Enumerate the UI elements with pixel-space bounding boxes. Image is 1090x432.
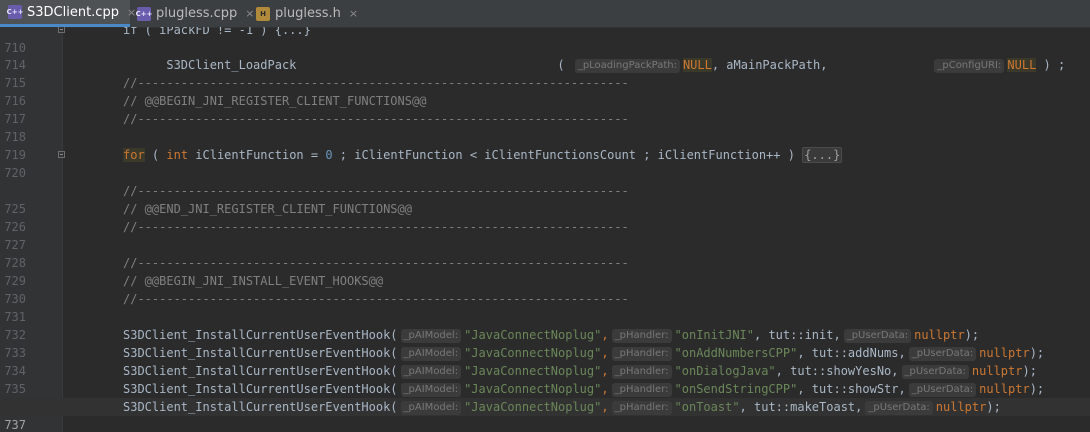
close-icon[interactable]: ×: [245, 7, 254, 20]
comment: // @@END_JNI_REGISTER_CLIENT_FUNCTIONS@@: [123, 202, 412, 216]
parameter-hint: _pAIModel:: [400, 329, 462, 343]
nullptr-keyword: nullptr: [935, 400, 987, 414]
current-code-line[interactable]: 737 S3DClient_InstallCurrentUserEventHoo…: [0, 398, 1090, 432]
parameter-hint: _pUserData:: [901, 365, 969, 379]
code-line[interactable]: 719: [0, 128, 1090, 162]
string-literal: "onDialogJava": [674, 364, 776, 378]
comment: //--------------------------------------…: [123, 76, 629, 90]
comment: //--------------------------------------…: [123, 112, 629, 126]
parameter-hint: _pAIModel:: [400, 401, 462, 415]
code-line[interactable]: 730 // @@BEGIN_JNI_INSTALL_EVENT_HOOKS@@: [0, 272, 1090, 306]
tab-label: S3DClient.cpp: [27, 4, 119, 20]
code-line[interactable]: 716 //----------------------------------…: [0, 74, 1090, 108]
tab-label: plugless.h: [275, 6, 341, 21]
nullptr-keyword: nullptr: [971, 364, 1023, 378]
parameter-hint: _pHandler:: [611, 383, 672, 397]
parameter-hint: _pAIModel:: [400, 365, 462, 379]
tab-s3dclient-cpp[interactable]: C++ S3DClient.cpp ×: [0, 0, 136, 27]
parameter-hint: _pHandler:: [611, 329, 672, 343]
code-line[interactable]: 732: [0, 308, 1090, 342]
nullptr-keyword: nullptr: [979, 346, 1030, 360]
function-call: S3DClient_InstallCurrentUserEventHook(: [123, 364, 398, 378]
parameter-hint: _pHandler:: [611, 347, 672, 361]
code-line[interactable]: 717 // @@BEGIN_JNI_REGISTER_CLIENT_FUNCT…: [0, 92, 1090, 126]
comment: //--------------------------------------…: [123, 256, 629, 270]
parameter-hint: _pAIModel:: [400, 383, 462, 397]
header-file-icon: H: [256, 6, 270, 21]
parameter-hint: _pUserData:: [843, 329, 912, 343]
string-literal: "JavaConnectNoplug": [464, 364, 602, 378]
code-line[interactable]: 738: [0, 416, 1090, 432]
number-literal: 0: [325, 148, 333, 162]
code-line[interactable]: 718 //----------------------------------…: [0, 110, 1090, 144]
int-keyword: int: [166, 148, 189, 162]
tab-plugless-cpp[interactable]: C++ plugless.cpp ×: [136, 0, 255, 27]
parameter-hint: _pAIModel:: [400, 347, 462, 361]
parameter-hint: _pUserData:: [908, 383, 977, 397]
code-line[interactable]: 728: [0, 236, 1090, 270]
comment: // @@BEGIN_JNI_REGISTER_CLIENT_FUNCTIONS…: [123, 94, 427, 108]
nullptr-keyword: nullptr: [914, 328, 965, 342]
comment: // @@BEGIN_JNI_INSTALL_EVENT_HOOKS@@: [123, 274, 384, 288]
string-literal: "onAddNumbersCPP": [674, 346, 798, 360]
function-call: S3DClient_InstallCurrentUserEventHook(: [123, 382, 398, 396]
folded-block[interactable]: {...}: [802, 147, 843, 163]
code-line[interactable]: 726 // @@END_JNI_REGISTER_CLIENT_FUNCTIO…: [0, 200, 1090, 234]
cpp-file-icon: C++: [7, 5, 23, 19]
comment: //--------------------------------------…: [123, 292, 629, 306]
code-line[interactable]: 725 //----------------------------------…: [0, 182, 1090, 216]
code-line[interactable]: 733 S3DClient_InstallCurrentUserEventHoo…: [0, 326, 1090, 360]
parameter-hint: _pHandler:: [611, 365, 672, 379]
code-line[interactable]: 731 //----------------------------------…: [0, 290, 1090, 324]
nullptr-keyword: nullptr: [979, 382, 1030, 396]
tab-plugless-h[interactable]: H plugless.h ×: [256, 0, 358, 27]
string-literal: "onSendStringCPP": [674, 382, 798, 396]
parameter-hint: _pUserData:: [908, 347, 977, 361]
fold-toggle-icon[interactable]: [58, 27, 65, 33]
string-literal: "onToast": [674, 400, 740, 414]
string-literal: "JavaConnectNoplug": [464, 400, 602, 414]
for-keyword: for: [123, 148, 145, 162]
line-number: 720: [4, 166, 26, 180]
code-line[interactable]: 727 //----------------------------------…: [0, 218, 1090, 252]
tab-label: plugless.cpp: [156, 6, 238, 21]
code-line[interactable]: 720 for ( int iClientFunction = 0 ; iCli…: [0, 146, 1090, 180]
string-literal: "onInitJNI": [674, 328, 754, 342]
editor-tab-bar: C++ S3DClient.cpp × C++ plugless.cpp × H…: [0, 0, 1090, 28]
code-line[interactable]: 734 S3DClient_InstallCurrentUserEventHoo…: [0, 344, 1090, 378]
comment: //--------------------------------------…: [123, 184, 629, 198]
function-call: S3DClient_InstallCurrentUserEventHook(: [123, 400, 398, 414]
function-call: S3DClient_InstallCurrentUserEventHook(: [123, 346, 398, 360]
cpp-file-icon: C++: [136, 6, 152, 21]
code-line[interactable]: 715: [0, 56, 1090, 90]
parameter-hint: _pUserData:: [865, 401, 933, 415]
close-icon[interactable]: ×: [349, 7, 358, 20]
code-editor[interactable]: 710 if ( iPackFD != -1 ) {...} 714 S3DCl…: [0, 27, 1090, 432]
parameter-hint: _pHandler:: [611, 401, 672, 415]
comment: //--------------------------------------…: [123, 220, 629, 234]
string-literal: "JavaConnectNoplug": [464, 346, 602, 360]
code-line[interactable]: 729 //----------------------------------…: [0, 254, 1090, 288]
code-line[interactable]: 735 S3DClient_InstallCurrentUserEventHoo…: [0, 362, 1090, 396]
string-literal: "JavaConnectNoplug": [464, 328, 602, 342]
string-literal: "JavaConnectNoplug": [464, 382, 602, 396]
function-call: S3DClient_InstallCurrentUserEventHook(: [123, 328, 398, 342]
code-line[interactable]: 736 S3DClient_InstallCurrentUserEventHoo…: [0, 380, 1090, 414]
fold-toggle-icon[interactable]: [58, 151, 65, 158]
code-line[interactable]: 714 S3DClient_LoadPack ( _pLoadingPackPa…: [0, 38, 1090, 73]
